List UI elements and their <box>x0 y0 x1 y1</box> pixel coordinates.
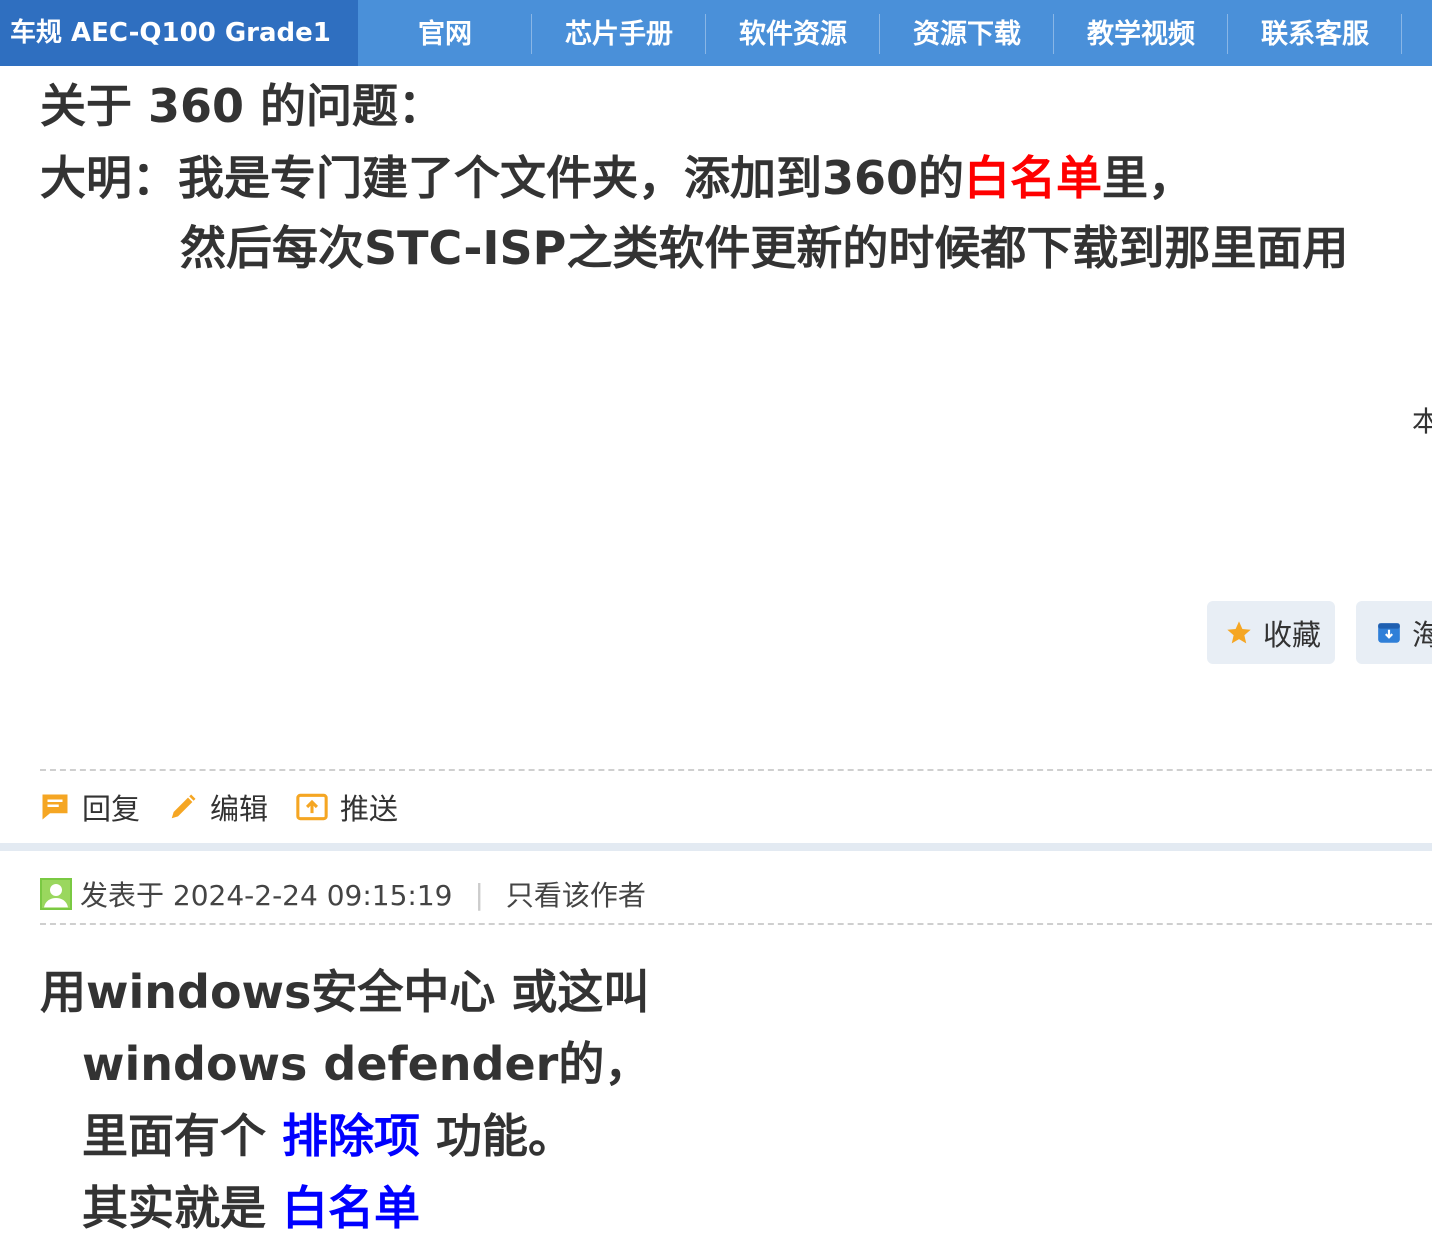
divider <box>40 923 1432 925</box>
nav-item-videos[interactable]: 教学视频 <box>1054 0 1228 66</box>
push-label: 推送 <box>340 792 399 826</box>
brand-link[interactable]: 车规 AEC-Q100 Grade1 <box>0 0 358 66</box>
post-text: 里面有个 <box>82 1109 283 1163</box>
nav-item-downloads[interactable]: 资源下载 <box>880 0 1054 66</box>
post-line: 关于 360 的问题： <box>40 79 445 133</box>
post-meta: 发表于 2024-2-24 09:15:19 | 只看该作者 <box>40 874 646 914</box>
post-text: 功能。 <box>420 1109 575 1163</box>
top-nav: 车规 AEC-Q100 Grade1 官网 芯片手册 软件资源 资源下载 教学视… <box>0 0 1432 66</box>
highlight-text: 白名单 <box>964 151 1103 205</box>
push-button[interactable]: 推送 <box>296 786 398 828</box>
post-text: 大明：我是专门建了个文件夹，添加到360的 <box>40 151 965 205</box>
download-box-icon <box>1376 620 1402 646</box>
nav-item-official-site[interactable]: 官网 <box>358 0 532 66</box>
post-line: 然后每次STC-ISP之类软件更新的时候都下载到那里面用 <box>180 221 1349 275</box>
nav-item-selection[interactable]: 选型 <box>1402 0 1432 66</box>
meta-divider: | <box>474 877 484 911</box>
post-separator <box>0 843 1432 851</box>
post-line: windows defender的， <box>82 1037 651 1091</box>
post-line: 用windows安全中心 或这叫 <box>40 965 650 1019</box>
poster-button[interactable]: 海 <box>1356 601 1432 664</box>
star-icon <box>1225 619 1253 647</box>
favorite-label: 收藏 <box>1263 617 1322 652</box>
post-line: 其实就是 白名单 <box>82 1172 420 1238</box>
nav-item-software[interactable]: 软件资源 <box>706 0 880 66</box>
nav-item-datasheet[interactable]: 芯片手册 <box>532 0 706 66</box>
upload-icon <box>296 792 328 822</box>
divider <box>40 769 1432 771</box>
post-actions: 回复 编辑 推送 <box>40 786 426 828</box>
post-text: 其实就是 <box>82 1181 283 1235</box>
post-line: 里面有个 排除项 功能。 <box>82 1100 574 1166</box>
post-timestamp: 发表于 2024-2-24 09:15:19 <box>80 879 453 912</box>
only-author-link[interactable]: 只看该作者 <box>506 874 646 914</box>
clipped-text: 本 <box>1412 405 1432 438</box>
online-status-icon <box>40 878 72 910</box>
poster-label: 海 <box>1412 617 1432 652</box>
post-text: 里， <box>1102 151 1195 205</box>
reply-label: 回复 <box>82 792 141 826</box>
favorite-button[interactable]: 收藏 <box>1207 601 1335 664</box>
edit-label: 编辑 <box>210 792 269 826</box>
reply-button[interactable]: 回复 <box>40 786 140 828</box>
pencil-icon <box>168 792 198 822</box>
edit-button[interactable]: 编辑 <box>168 786 268 828</box>
highlight-text: 排除项 <box>282 1109 421 1163</box>
post-line: 大明：我是专门建了个文件夹，添加到360的白名单里， <box>40 142 1194 208</box>
nav-item-support[interactable]: 联系客服 <box>1228 0 1402 66</box>
highlight-text: 白名单 <box>282 1181 421 1235</box>
comment-icon <box>40 792 70 822</box>
